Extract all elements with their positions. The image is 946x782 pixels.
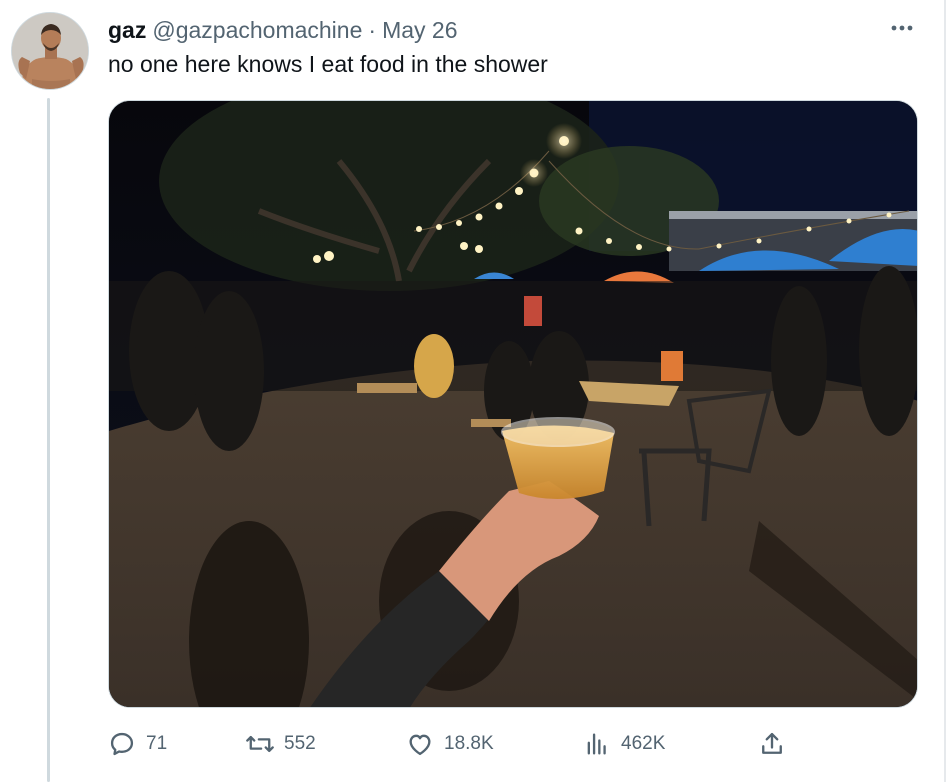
analytics-icon — [581, 728, 613, 760]
author-display-name[interactable]: gaz — [108, 17, 146, 44]
share-button[interactable] — [756, 726, 788, 762]
views-count: 462K — [621, 733, 666, 754]
retweet-count: 552 — [284, 733, 316, 754]
photo-image — [109, 101, 917, 707]
heart-icon — [404, 728, 436, 760]
more-horizontal-icon — [891, 25, 913, 31]
author-handle[interactable]: @gazpachomachine — [152, 17, 362, 44]
tweet-text: no one here knows I eat food in the show… — [108, 51, 548, 77]
like-count: 18.8K — [444, 733, 494, 754]
retweet-button[interactable]: 552 — [244, 726, 316, 762]
like-button[interactable]: 18.8K — [404, 726, 494, 762]
views-button[interactable]: 462K — [581, 726, 665, 762]
avatar[interactable] — [11, 12, 89, 90]
tweet-actions: 71 552 18.8K 462K — [106, 726, 796, 762]
avatar-image — [12, 13, 88, 89]
reply-icon — [106, 728, 138, 760]
tweet-date[interactable]: May 26 — [382, 17, 457, 44]
header-separator: · — [368, 16, 377, 43]
tweet-header: gaz @gazpachomachine · May 26 — [108, 14, 458, 46]
reply-button[interactable]: 71 — [106, 726, 167, 762]
reply-count: 71 — [146, 733, 168, 754]
thread-line — [47, 98, 50, 782]
more-button[interactable] — [888, 18, 916, 38]
share-icon — [756, 728, 788, 760]
tweet[interactable]: gaz @gazpachomachine · May 26 no one her… — [0, 0, 946, 782]
retweet-icon — [244, 728, 276, 760]
tweet-photo[interactable] — [108, 100, 918, 708]
